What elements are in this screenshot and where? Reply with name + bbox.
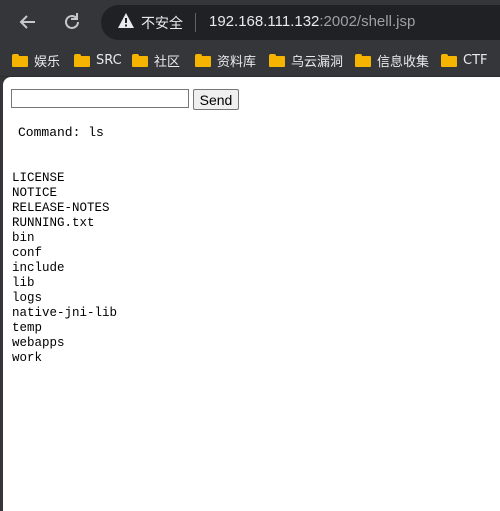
output-line: webapps xyxy=(12,336,65,350)
url-host: 192.168.111.132 xyxy=(209,13,320,30)
output-line: temp xyxy=(12,321,43,335)
output-line: include xyxy=(12,261,65,275)
send-button[interactable]: Send xyxy=(193,89,239,110)
page-content: Send Command: ls LICENSE NOTICE RELEASE-… xyxy=(3,77,500,511)
omnibox-divider xyxy=(195,13,196,32)
bookmark-wooyun[interactable]: 乌云漏洞 xyxy=(269,49,343,71)
bookmark-yule[interactable]: 娱乐 xyxy=(12,49,60,71)
warning-icon[interactable] xyxy=(117,12,135,30)
output-line: NOTICE xyxy=(12,186,58,200)
folder-icon xyxy=(269,53,285,67)
bookmark-label: SRC xyxy=(96,52,122,68)
output-line: bin xyxy=(12,231,35,245)
bookmark-ctf[interactable]: CTF xyxy=(441,49,488,71)
output-line: native-jni-lib xyxy=(12,306,118,320)
folder-icon xyxy=(74,53,90,67)
output-line: RELEASE-NOTES xyxy=(12,201,110,215)
command-echo: Command: ls xyxy=(18,125,104,140)
url-path: :2002/shell.jsp xyxy=(319,13,416,30)
folder-icon xyxy=(132,53,148,67)
security-label[interactable]: 不安全 xyxy=(141,13,183,33)
bookmark-label: 乌云漏洞 xyxy=(291,54,344,70)
back-button[interactable] xyxy=(13,7,43,37)
back-arrow-icon xyxy=(19,15,35,29)
reload-button[interactable] xyxy=(57,7,87,37)
url-text[interactable]: 192.168.111.132:2002/shell.jsp xyxy=(209,13,415,30)
bookmark-info-gathering[interactable]: 信息收集 xyxy=(355,49,429,71)
bookmark-label: CTF xyxy=(463,52,488,68)
output-line: LICENSE xyxy=(12,171,65,185)
output-line: logs xyxy=(12,291,43,305)
output-line: work xyxy=(12,351,43,365)
bookmark-ziliaoku[interactable]: 资料库 xyxy=(195,49,256,71)
reload-icon xyxy=(65,13,79,29)
bookmark-shequ[interactable]: 社区 xyxy=(132,49,180,71)
output-line: conf xyxy=(12,246,43,260)
bookmark-label: 社区 xyxy=(154,54,181,70)
command-input[interactable] xyxy=(11,89,189,108)
bookmark-label: 信息收集 xyxy=(377,54,430,70)
browser-toolbar: 不安全 192.168.111.132:2002/shell.jsp xyxy=(0,0,500,44)
folder-icon xyxy=(195,53,211,67)
bookmark-label: 资料库 xyxy=(217,54,257,70)
output-line: RUNNING.txt xyxy=(12,216,95,230)
folder-icon xyxy=(441,53,457,67)
bookmarks-bar: 娱乐 SRC 社区 资料库 乌云漏洞 信息收集 CTF xyxy=(0,44,500,77)
command-output: LICENSE NOTICE RELEASE-NOTES RUNNING.txt… xyxy=(12,171,117,366)
bookmark-label: 娱乐 xyxy=(34,54,61,70)
output-line: lib xyxy=(12,276,35,290)
folder-icon xyxy=(355,53,371,67)
bookmark-src[interactable]: SRC xyxy=(74,49,122,71)
folder-icon xyxy=(12,53,28,67)
address-bar[interactable]: 不安全 192.168.111.132:2002/shell.jsp xyxy=(101,5,500,40)
